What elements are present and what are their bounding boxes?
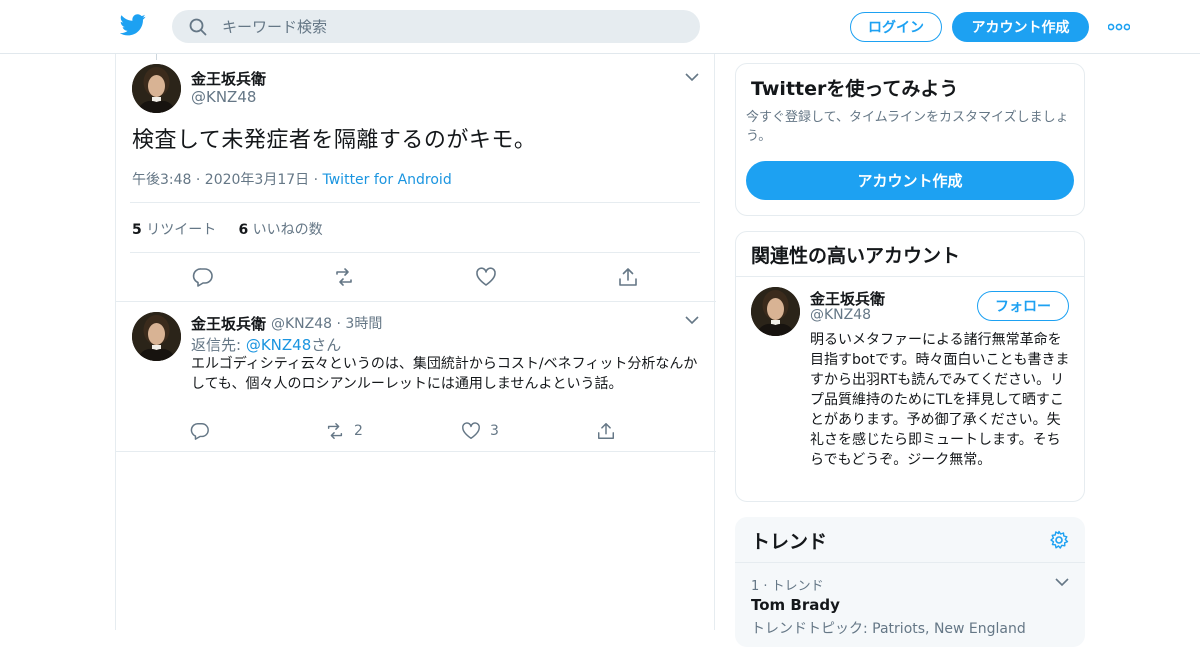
related-account-bio: 明るいメタファーによる諸行無常革命を目指すbotです。時々面白いことも書きますか… [810,332,1070,468]
signup-card-title: Twitterを使ってみよう [751,78,959,100]
retweet-count: 5 [132,222,142,238]
share-icon[interactable] [596,421,616,441]
replying-to: 返信先: @KNZ48さん [191,334,341,355]
follow-button[interactable]: フォロー [977,291,1069,321]
gear-icon[interactable] [1049,530,1069,550]
retweet-stat[interactable]: 5 リツイート [132,222,216,238]
tweet-text: 検査して未発症者を隔離するのがキモ。 [132,128,537,153]
reply-handle-text: @KNZ48 [271,316,333,332]
related-title: 関連性の高いアカウント [751,245,961,267]
tweet-author-name[interactable]: 金王坂兵衛 [191,68,266,89]
trend-rank: 1 · トレンド [751,579,824,594]
reply-like-count: 3 [490,423,499,439]
reply-author-name[interactable]: 金王坂兵衛 [191,313,266,334]
tweet-stats: 5 リツイート 6 いいねの数 [132,219,323,239]
divider [116,301,716,302]
search-input[interactable] [222,10,682,43]
avatar[interactable] [751,287,800,336]
reply-text: エルゴディシティ云々というのは、集団統計からコスト/ベネフィット分析なんかしても… [191,356,698,392]
trends-title: トレンド [751,531,828,553]
tweet-source-link[interactable]: Twitter for Android [323,172,452,188]
signup-card-subtitle: 今すぐ登録して、タイムラインをカスタマイズしましょう。 [746,110,1069,144]
retweet-label: リツイート [146,222,217,238]
retweet-icon[interactable] [333,266,355,288]
trend-item[interactable]: 1 · トレンド Tom Brady トレンドトピック: Patriots, N… [735,563,1085,647]
portrait-image [751,287,800,336]
reply-age[interactable]: · 3時間 [337,316,383,332]
portrait-image [132,312,181,361]
like-label: いいねの数 [252,222,323,238]
reply-retweet-count: 2 [354,423,363,439]
related-account-handle[interactable]: @KNZ48 [810,307,871,323]
meta-separator: · [309,172,323,188]
more-options-icon[interactable] [1108,22,1130,32]
tweet-timestamp[interactable]: 午後3:48 · 2020年3月17日 [132,172,309,188]
like-count: 6 [238,222,249,238]
share-icon[interactable] [617,266,639,288]
create-account-button[interactable]: アカウント作成 [746,161,1074,200]
signup-button[interactable]: アカウント作成 [952,12,1089,42]
thread-connector-line [156,54,157,60]
reply-to-link[interactable]: @KNZ48 [246,336,311,354]
tweet-metadata: 午後3:48 · 2020年3月17日 · Twitter for Androi… [132,169,452,189]
related-accounts-card: 関連性の高いアカウント 金王坂兵衛 @KNZ48 フォロー 明るいメタファーによ… [735,231,1085,502]
trends-card: トレンド 1 · トレンド Tom Brady トレンドトピック: Patrio… [735,517,1085,647]
trend-topics: トレンドトピック: Patriots, New England [751,621,1026,637]
divider [116,451,716,452]
search-icon [189,18,207,36]
chevron-down-icon[interactable] [685,315,699,325]
heart-icon[interactable] [461,421,481,441]
twitter-bird-icon[interactable] [120,14,146,36]
chevron-down-icon[interactable] [685,72,699,82]
top-navigation-bar: ログイン アカウント作成 [0,0,1200,54]
reply-icon[interactable] [192,266,214,288]
related-account-name[interactable]: 金王坂兵衛 [810,288,885,309]
divider [130,252,700,253]
login-button[interactable]: ログイン [850,12,942,42]
reply-author-handle[interactable]: @KNZ48 · 3時間 [271,313,382,333]
search-box[interactable] [172,10,700,43]
tweet-author-handle[interactable]: @KNZ48 [191,88,256,106]
divider [130,202,700,203]
retweet-icon[interactable] [325,421,345,441]
reply-prefix: 返信先: [191,336,246,354]
trend-name[interactable]: Tom Brady [751,596,840,614]
tweet-timeline: 金王坂兵衛 @KNZ48 検査して未発症者を隔離するのがキモ。 午後3:48 ·… [115,54,716,630]
like-stat[interactable]: 6 いいねの数 [238,222,322,238]
signup-card: Twitterを使ってみよう 今すぐ登録して、タイムラインをカスタマイズしましょ… [735,63,1085,216]
avatar[interactable] [132,64,181,113]
portrait-image [132,64,181,113]
reply-suffix: さん [311,336,342,354]
chevron-down-icon[interactable] [1055,577,1069,587]
reply-icon[interactable] [190,421,210,441]
related-account-item: 金王坂兵衛 @KNZ48 フォロー 明るいメタファーによる諸行無常革命を目指すb… [736,276,1084,502]
avatar[interactable] [132,312,181,361]
heart-icon[interactable] [475,266,497,288]
